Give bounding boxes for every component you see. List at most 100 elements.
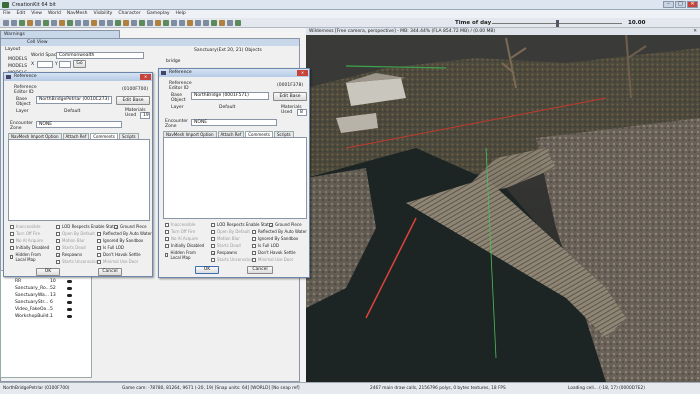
- wireframe-icon[interactable]: [163, 20, 169, 26]
- close-button[interactable]: ✕: [687, 1, 698, 8]
- ground-piece-checkbox[interactable]: ✓ Ground Piece: [269, 222, 302, 227]
- ignored-by-sandbox-checkbox[interactable]: Ignored By Sandbox: [97, 238, 143, 243]
- initially-disabled-checkbox[interactable]: Initially Disabled: [10, 245, 49, 250]
- menu-gameplay[interactable]: Gameplay: [147, 10, 170, 18]
- reflected-by-water-checkbox[interactable]: Reflected By Auto Water: [97, 231, 152, 236]
- ok-button[interactable]: OK: [36, 268, 60, 276]
- minimize-button[interactable]: –: [663, 1, 674, 8]
- time-of-day-slider-thumb[interactable]: [556, 20, 559, 27]
- collision-icon[interactable]: [147, 20, 153, 26]
- close-icon[interactable]: ✕: [140, 74, 151, 80]
- inaccessible-checkbox[interactable]: Inaccessible: [10, 224, 40, 229]
- lod-respects-checkbox[interactable]: LOD Respects Enable State: [56, 224, 116, 229]
- menu-navmesh[interactable]: NavMesh: [67, 10, 88, 18]
- menu-view[interactable]: View: [31, 10, 42, 18]
- quest-icon[interactable]: [227, 20, 233, 26]
- layer-value[interactable]: Default: [64, 109, 80, 114]
- open-icon[interactable]: [11, 20, 17, 26]
- layer-value[interactable]: Default: [219, 105, 235, 110]
- encounter-zone-select[interactable]: NONE: [36, 121, 122, 128]
- respawns-checkbox[interactable]: ✓ Respawns: [56, 252, 82, 257]
- encounter-zone-select[interactable]: NONE: [191, 119, 277, 126]
- is-full-lod-checkbox[interactable]: Is Full LOD: [252, 243, 279, 248]
- motion-blur-checkbox[interactable]: Motion Blur: [56, 238, 85, 243]
- menu-world[interactable]: World: [48, 10, 61, 18]
- comments-textarea[interactable]: [163, 137, 307, 219]
- cancel-button[interactable]: Cancel: [247, 266, 273, 274]
- menu-visibility[interactable]: Visibility: [93, 10, 112, 18]
- no-ai-acquire-checkbox[interactable]: No AI Acquire: [10, 238, 43, 243]
- render-viewport[interactable]: [306, 28, 700, 382]
- base-object-field[interactable]: NorthBridgePetrlar (0010C273): [36, 96, 112, 104]
- paint-icon[interactable]: [219, 20, 225, 26]
- menu-character[interactable]: Character: [118, 10, 140, 18]
- list-item[interactable]: SanctuaryStr... 6: [1, 299, 91, 306]
- close-icon[interactable]: ✕: [297, 70, 308, 76]
- terrain-icon[interactable]: [211, 20, 217, 26]
- eye-icon[interactable]: [67, 287, 72, 290]
- hidden-from-local-map-checkbox[interactable]: Hidden From Local Map: [10, 252, 50, 262]
- cancel-button[interactable]: Cancel: [98, 268, 122, 276]
- copy-icon[interactable]: [51, 20, 57, 26]
- undo-icon[interactable]: [27, 20, 33, 26]
- marker-icon[interactable]: [139, 20, 145, 26]
- y-input[interactable]: [59, 61, 71, 68]
- starts-dead-checkbox[interactable]: Starts Dead: [211, 243, 241, 248]
- respawns-checkbox[interactable]: ✓ Respawns: [211, 250, 237, 255]
- list-item[interactable]: Sanctuary_Ro... 52: [1, 285, 91, 292]
- render-icon[interactable]: [171, 20, 177, 26]
- worldspace-select[interactable]: Commonwealth: [56, 52, 144, 59]
- open-by-default-checkbox[interactable]: Open By Default: [56, 231, 95, 236]
- motion-blur-checkbox[interactable]: Motion Blur: [211, 236, 240, 241]
- cut-icon[interactable]: [43, 20, 49, 26]
- save-icon[interactable]: [19, 20, 25, 26]
- reflected-by-water-checkbox[interactable]: Reflected By Auto Water: [252, 229, 307, 234]
- sky-icon[interactable]: [115, 20, 121, 26]
- edit-base-button[interactable]: Edit Base: [116, 96, 150, 105]
- open-by-default-checkbox[interactable]: Open By Default: [211, 229, 250, 234]
- starts-dead-checkbox[interactable]: Starts Dead: [56, 245, 86, 250]
- dialog-icon[interactable]: [235, 20, 241, 26]
- scale-icon[interactable]: [83, 20, 89, 26]
- list-item[interactable]: Video_FakeOo... 5: [1, 306, 91, 313]
- base-object-field[interactable]: NorthBridge (0001F571): [191, 92, 269, 100]
- move-icon[interactable]: [67, 20, 73, 26]
- eye-icon[interactable]: [67, 315, 72, 318]
- go-button[interactable]: Go: [73, 60, 86, 68]
- list-item[interactable]: SanctuaryWa... 13: [1, 292, 91, 299]
- eye-icon[interactable]: [67, 280, 72, 283]
- list-item[interactable]: RR 10: [1, 278, 91, 285]
- water-icon[interactable]: [123, 20, 129, 26]
- dont-havok-settle-checkbox[interactable]: Don't Havok Settle: [97, 252, 141, 257]
- list-item[interactable]: WorkshopBuild... 1: [1, 313, 91, 320]
- minimal-use-door-checkbox[interactable]: Minimal Use Door: [252, 257, 293, 262]
- paste-icon[interactable]: [59, 20, 65, 26]
- eye-icon[interactable]: [67, 301, 72, 304]
- fog-icon[interactable]: [187, 20, 193, 26]
- x-input[interactable]: [37, 61, 53, 68]
- menu-edit[interactable]: Edit: [17, 10, 26, 18]
- turn-off-fire-checkbox[interactable]: Turn Off Fire: [10, 231, 40, 236]
- turn-off-fire-checkbox[interactable]: Turn Off Fire: [165, 229, 195, 234]
- menu-help[interactable]: Help: [176, 10, 186, 18]
- inaccessible-checkbox[interactable]: Inaccessible: [165, 222, 195, 227]
- dont-havok-settle-checkbox[interactable]: Don't Havok Settle: [252, 250, 296, 255]
- lod-respects-checkbox[interactable]: LOD Respects Enable State: [211, 222, 271, 227]
- viewport-close-icon[interactable]: ✕: [693, 28, 697, 35]
- scene-render[interactable]: [306, 28, 700, 382]
- starts-unconscious-checkbox[interactable]: Starts Unconscious: [211, 257, 255, 262]
- ignored-by-sandbox-checkbox[interactable]: Ignored By Sandbox: [252, 236, 298, 241]
- eye-icon[interactable]: [67, 294, 72, 297]
- new-file-icon[interactable]: [3, 20, 9, 26]
- menu-file[interactable]: File: [3, 10, 11, 18]
- eye-icon[interactable]: [67, 308, 72, 311]
- starts-unconscious-checkbox[interactable]: Starts Unconscious: [56, 259, 100, 264]
- navmesh-icon[interactable]: [131, 20, 137, 26]
- minimal-use-door-checkbox[interactable]: Minimal Use Door: [97, 259, 138, 264]
- initially-disabled-checkbox[interactable]: Initially Disabled: [165, 243, 204, 248]
- ok-button[interactable]: OK: [195, 266, 219, 274]
- actor-icon[interactable]: [203, 20, 209, 26]
- maximize-button[interactable]: □: [675, 1, 686, 8]
- cell-row-2[interactable]: MODELS: [8, 64, 27, 69]
- layout-label[interactable]: Layout: [5, 47, 20, 52]
